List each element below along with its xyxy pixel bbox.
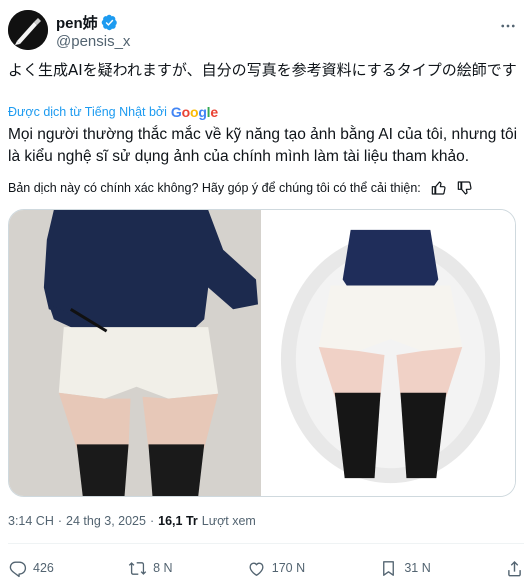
avatar[interactable] [8,10,48,50]
meta-separator-2: · [149,514,155,528]
repost-button[interactable]: 8 N [128,559,173,578]
thumbs-down-icon[interactable] [457,180,473,196]
translated-by-label: Được dịch từ Tiếng Nhật bởi [8,105,167,119]
media-grid [8,209,516,497]
reply-count: 426 [33,561,54,575]
tweet-date[interactable]: 24 thg 3, 2025 [66,514,146,528]
reply-button[interactable]: 426 [8,559,54,578]
tweet-text: よく生成AIを疑われますが、自分の写真を参考資料にするタイプの絵師です [8,61,517,79]
bookmark-icon [383,560,395,576]
reference-drawing[interactable] [263,210,515,496]
repost-count: 8 N [153,561,173,575]
views-label: Lượt xem [201,514,256,528]
tweet-header: pen姉 @pensis_x [8,8,524,52]
avatar-pen-logo [8,10,48,50]
translated-by[interactable]: Được dịch từ Tiếng Nhật bởi Google [8,104,218,120]
tweet-time[interactable]: 3:14 CH [8,514,54,528]
handle[interactable]: @pensis_x [56,33,130,50]
translation-feedback: Bản dịch này có chính xác không? Hãy góp… [8,180,524,196]
heart-icon [249,562,264,576]
action-bar: 426 8 N 170 N 31 N [8,556,524,580]
feedback-prompt: Bản dịch này có chính xác không? Hãy góp… [8,181,421,195]
like-button[interactable]: 170 N [247,559,305,578]
translated-text: Mọi người thường thắc mắc về kỹ năng tạo… [8,126,518,165]
more-horizontal-icon[interactable] [496,14,520,38]
google-logo: Google [170,104,218,120]
reference-photo[interactable] [9,210,261,496]
like-count: 170 N [271,561,306,575]
tweet-meta: 3:14 CH · 24 thg 3, 2025 · 16,1 Tr Lượt … [8,514,256,528]
share-button[interactable] [505,559,524,578]
bookmark-button[interactable]: 31 N [379,559,431,578]
share-icon [508,560,521,576]
thumbs-up-icon[interactable] [431,180,447,196]
bookmark-count: 31 N [404,561,431,575]
divider [8,543,524,544]
meta-separator: · [57,514,63,528]
display-name[interactable]: pen姉 [56,12,98,33]
verified-badge-icon[interactable] [101,14,118,31]
views-count[interactable]: 16,1 Tr [158,514,198,528]
reply-icon [9,560,27,577]
repost-icon [128,561,147,575]
